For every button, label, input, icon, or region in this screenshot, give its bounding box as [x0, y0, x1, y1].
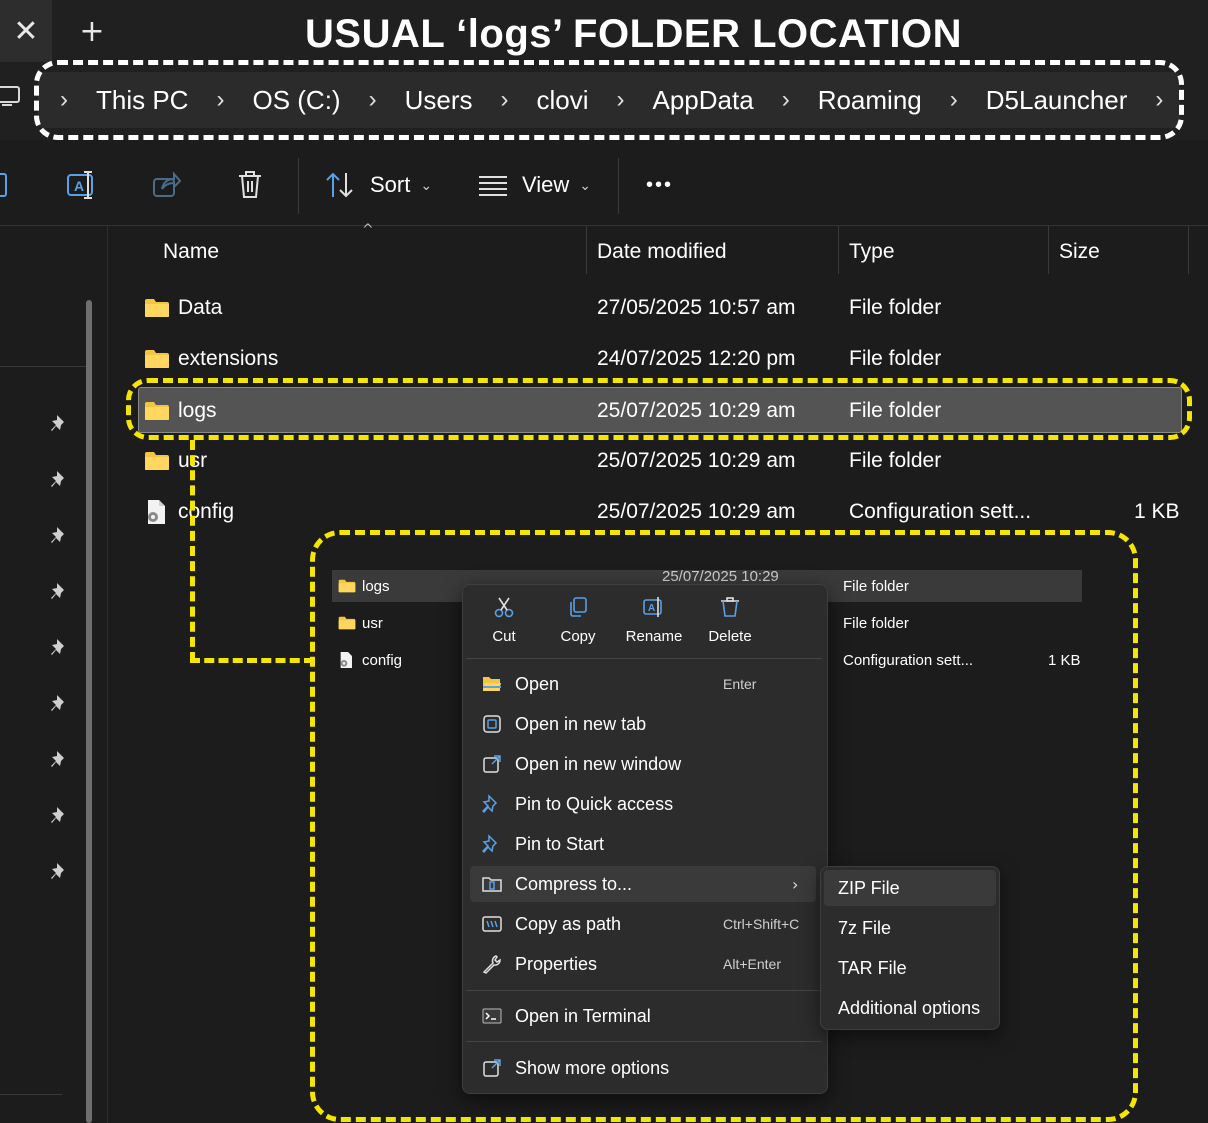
nav-divider — [0, 366, 88, 367]
new-tab-button[interactable]: + — [72, 8, 112, 54]
logs-highlight-outline — [126, 378, 1192, 440]
pin-icon[interactable] — [50, 805, 70, 825]
pin-icon[interactable] — [50, 749, 70, 769]
column-header-type[interactable]: Type — [849, 226, 895, 278]
more-icon: ••• — [646, 173, 674, 196]
svg-text:A: A — [74, 178, 84, 194]
file-row-data[interactable]: Data 27/05/2025 10:57 am File folder — [138, 285, 1182, 331]
sort-label: Sort — [370, 172, 411, 197]
column-header-row: Name Date modified Type Size — [108, 226, 1208, 278]
file-row-usr[interactable]: usr 25/07/2025 10:29 am File folder — [138, 438, 1182, 484]
new-icon — [0, 173, 7, 197]
file-date: 27/05/2025 10:57 am — [597, 296, 796, 319]
new-item-button[interactable] — [0, 144, 10, 226]
file-date: 24/07/2025 12:20 pm — [597, 347, 796, 370]
close-tab-button[interactable]: ✕ — [0, 0, 52, 62]
close-icon: ✕ — [13, 13, 39, 49]
view-button[interactable]: View ⌄ — [478, 144, 591, 226]
pin-icon[interactable] — [50, 693, 70, 713]
sort-icon — [326, 172, 353, 198]
column-header-size[interactable]: Size — [1059, 226, 1100, 278]
chevron-down-icon: ⌄ — [579, 176, 592, 193]
file-row-extensions[interactable]: extensions 24/07/2025 12:20 pm File fold… — [138, 336, 1182, 382]
nav-divider — [0, 1094, 62, 1095]
nav-scrollbar[interactable] — [86, 300, 92, 1123]
trash-icon — [239, 171, 261, 198]
annotation-title: USUAL ‘logs’ FOLDER LOCATION — [305, 12, 962, 56]
file-name: extensions — [178, 347, 279, 370]
pin-icon[interactable] — [50, 469, 70, 489]
address-annotation-outline — [34, 60, 1184, 140]
file-type: File folder — [849, 296, 942, 319]
more-options-button[interactable]: ••• — [646, 144, 673, 226]
file-date: 25/07/2025 10:29 am — [597, 449, 796, 472]
folder-icon — [145, 299, 169, 317]
file-type: File folder — [849, 347, 942, 370]
file-name: config — [178, 500, 235, 523]
view-icon — [479, 176, 507, 196]
delete-button[interactable] — [236, 144, 264, 226]
sort-button[interactable]: Sort ⌄ — [324, 144, 432, 226]
column-header-date-modified[interactable]: Date modified — [597, 226, 727, 278]
annotation-connector — [190, 658, 314, 663]
pin-icon[interactable] — [50, 861, 70, 881]
view-label: View — [522, 172, 570, 197]
share-icon — [153, 171, 182, 197]
file-name: Data — [178, 296, 223, 319]
config-file-icon — [148, 500, 165, 524]
column-divider[interactable] — [1188, 226, 1189, 274]
sort-ascending-icon: ^ — [362, 222, 374, 238]
file-date: 25/07/2025 10:29 am — [597, 500, 796, 523]
chevron-down-icon: ⌄ — [420, 176, 433, 193]
pin-icon[interactable] — [50, 525, 70, 545]
column-divider[interactable] — [838, 226, 839, 274]
file-row-config[interactable]: config 25/07/2025 10:29 am Configuration… — [138, 489, 1182, 535]
toolbar-divider — [618, 158, 619, 214]
file-type: File folder — [849, 449, 942, 472]
pin-icon[interactable] — [50, 581, 70, 601]
context-menu-highlight-outline — [310, 530, 1138, 1122]
share-button[interactable] — [152, 144, 182, 226]
column-header-name[interactable]: Name — [163, 226, 219, 278]
pin-icon[interactable] — [50, 413, 70, 433]
folder-icon — [145, 452, 169, 470]
annotation-connector — [190, 440, 195, 662]
rename-button[interactable]: A — [66, 144, 98, 226]
plus-icon: + — [79, 13, 105, 49]
toolbar-divider — [298, 158, 299, 214]
rename-icon: A — [67, 171, 93, 199]
folder-icon — [145, 350, 169, 368]
file-size: 1 KB — [1134, 500, 1180, 523]
computer-icon — [0, 86, 20, 106]
pin-icon[interactable] — [50, 637, 70, 657]
file-type: Configuration sett... — [849, 500, 1032, 523]
column-divider[interactable] — [586, 226, 587, 274]
column-divider[interactable] — [1048, 226, 1049, 274]
